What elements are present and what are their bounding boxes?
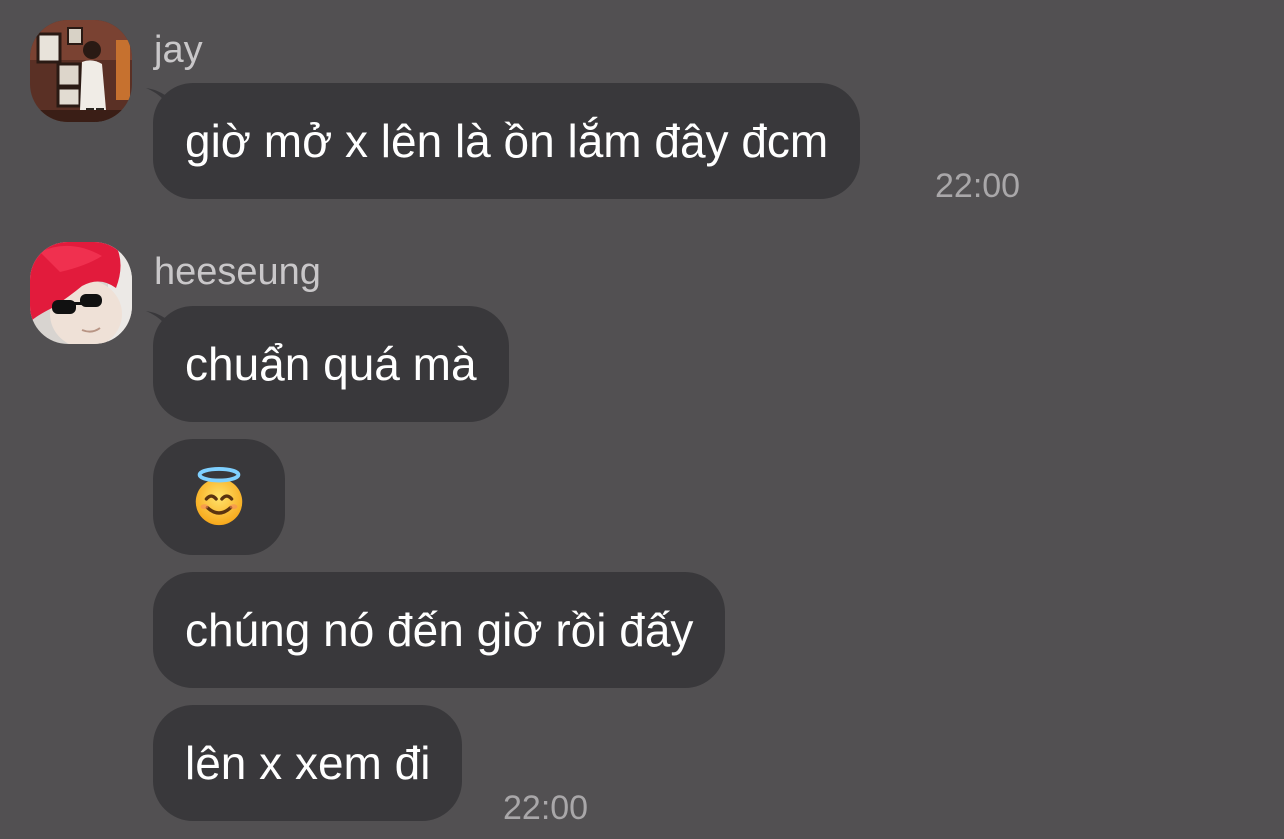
chat-thread: jay giờ mở x lên là ồn lắm đây đcm 22:00… xyxy=(0,0,1284,839)
message-text: lên x xem đi xyxy=(185,737,431,789)
sender-name: heeseung xyxy=(154,251,321,293)
message-text: giờ mở x lên là ồn lắm đây đcm xyxy=(185,115,829,167)
emoji-message-bubble[interactable] xyxy=(153,439,285,555)
avatar-heeseung[interactable] xyxy=(30,242,132,344)
message-timestamp: 22:00 xyxy=(503,789,589,827)
avatar-jay-photo xyxy=(30,20,132,122)
message-text: chuẩn quá mà xyxy=(185,338,477,390)
sender-name: jay xyxy=(154,29,203,71)
message-bubble[interactable]: chuẩn quá mà xyxy=(153,306,509,422)
message-text: chúng nó đến giờ rồi đấy xyxy=(185,604,694,656)
smiling-face-with-halo-icon xyxy=(195,466,243,526)
message-bubble[interactable]: chúng nó đến giờ rồi đấy xyxy=(153,572,726,688)
message-bubble[interactable]: lên x xem đi xyxy=(153,705,463,821)
avatar-heeseung-photo xyxy=(30,242,132,344)
message-bubble[interactable]: giờ mở x lên là ồn lắm đây đcm xyxy=(153,83,861,199)
avatar-jay[interactable] xyxy=(30,20,132,122)
message-timestamp: 22:00 xyxy=(935,167,1021,205)
